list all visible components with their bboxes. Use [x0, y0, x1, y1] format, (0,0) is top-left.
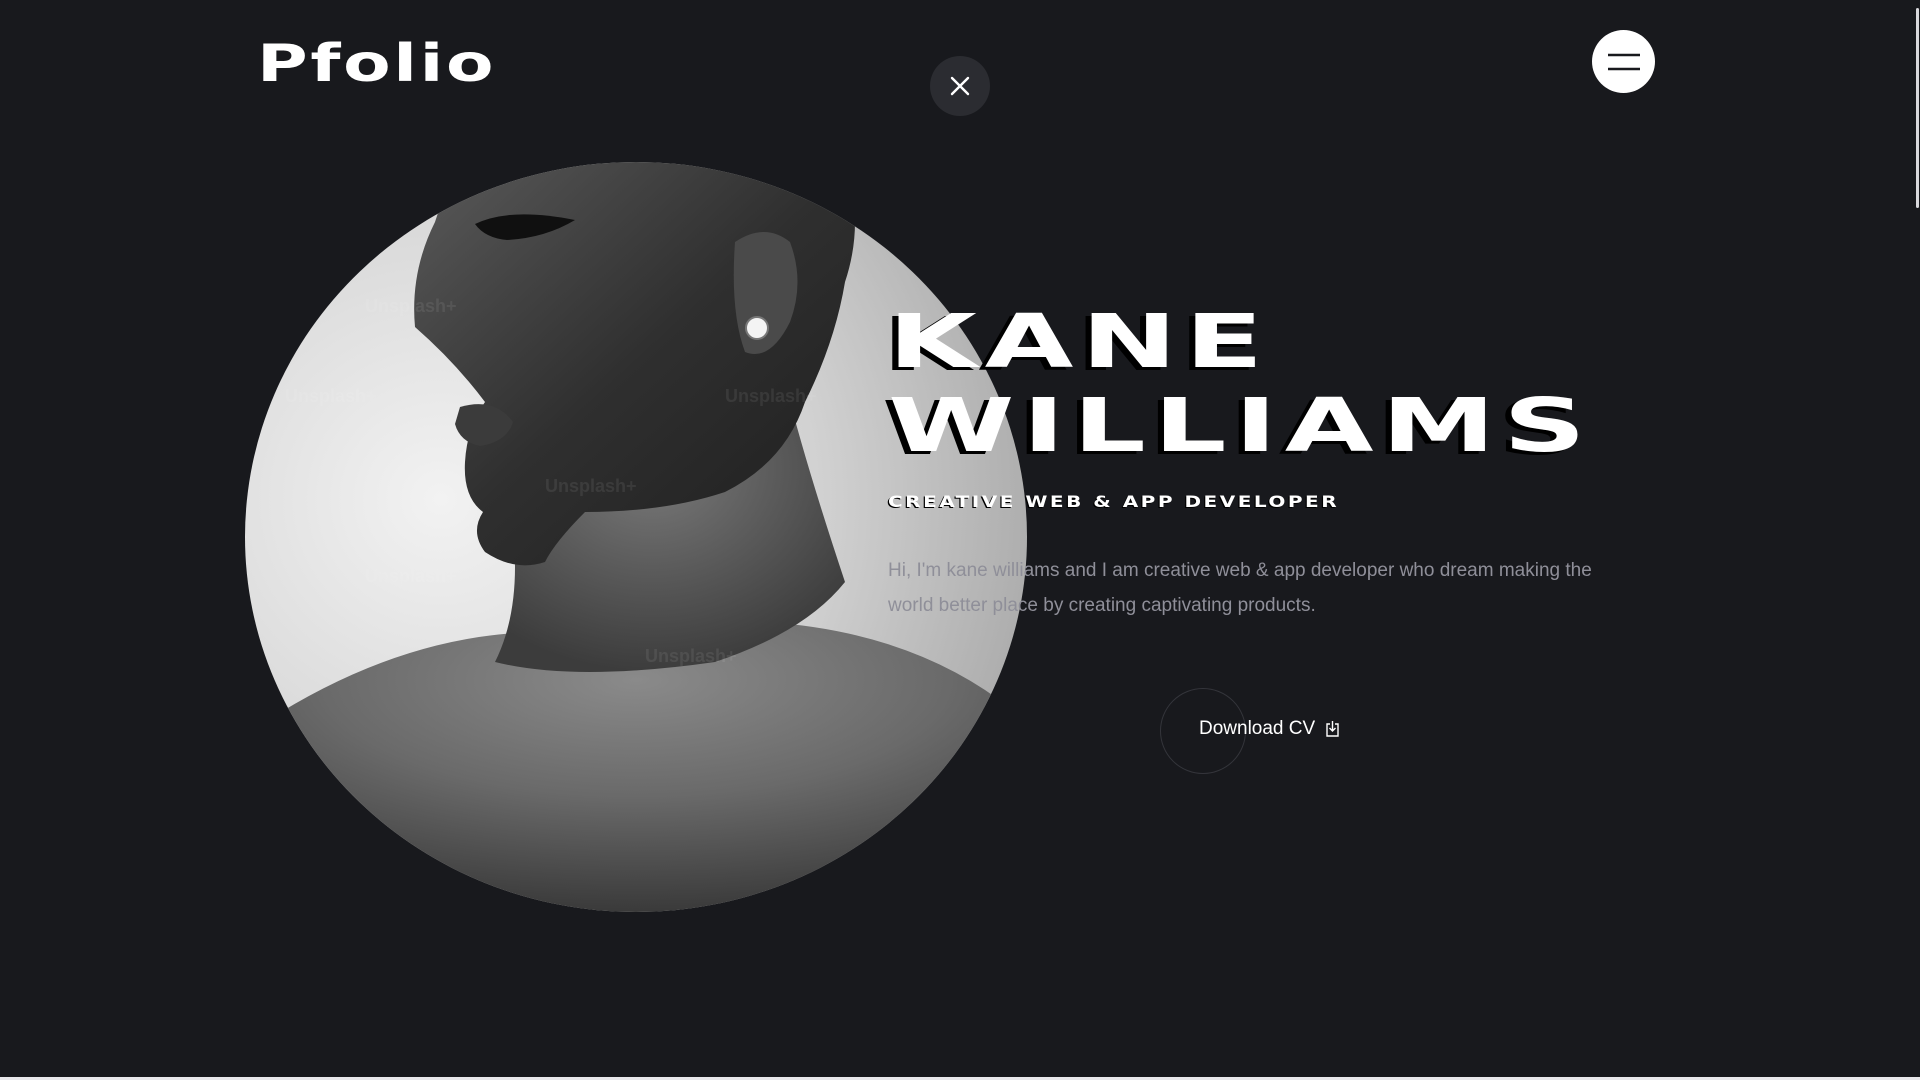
- download-icon: [1326, 721, 1339, 737]
- hero-bio: Hi, I'm kane williams and I am creative …: [888, 560, 1592, 616]
- svg-text:Unsplash+: Unsplash+: [365, 566, 457, 586]
- download-cv-button[interactable]: Download CV: [1160, 688, 1360, 774]
- close-icon: [950, 76, 970, 96]
- menu-button[interactable]: [1592, 30, 1655, 93]
- svg-text:Unsplash+: Unsplash+: [725, 386, 817, 406]
- hamburger-menu-icon: [1607, 53, 1640, 70]
- profile-portrait: Unsplash+ Unsplash+ Unsplash+ Unsplash+ …: [245, 162, 1027, 912]
- close-button[interactable]: [930, 56, 990, 116]
- hero-name-first: KANE: [888, 299, 1272, 385]
- scrollbar-thumb[interactable]: [1916, 8, 1919, 208]
- svg-text:Unsplash+: Unsplash+: [645, 646, 737, 666]
- hero-name: KANE WILLIAMS: [888, 300, 1668, 468]
- svg-text:Unsplash+: Unsplash+: [285, 386, 377, 406]
- svg-text:Unsplash+: Unsplash+: [365, 296, 457, 316]
- page: Pfolio Unsplash+ Unsplash+ Unsplash+ Uns…: [0, 0, 1920, 1080]
- hero-name-last: WILLIAMS: [888, 383, 1594, 469]
- site-logo[interactable]: Pfolio: [257, 34, 496, 94]
- download-cv-label: Download CV: [1199, 718, 1316, 739]
- hero-subtitle: CREATIVE WEB & APP DEVELOPER: [888, 492, 1340, 511]
- scrollbar[interactable]: [1914, 0, 1920, 1077]
- svg-text:Unsplash+: Unsplash+: [545, 476, 637, 496]
